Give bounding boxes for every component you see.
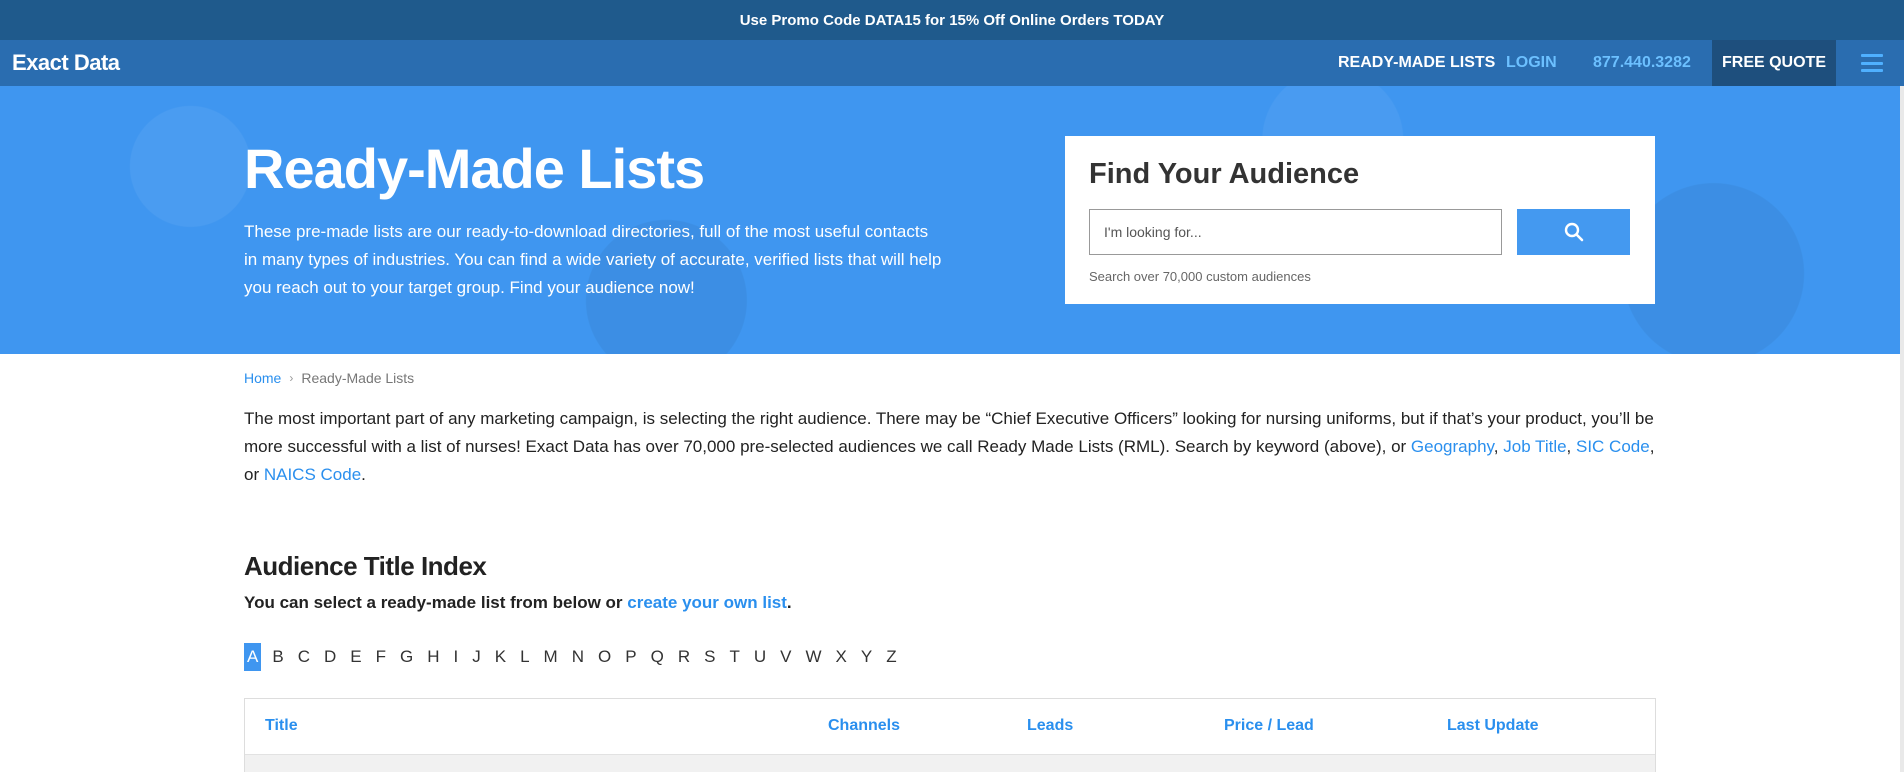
search-icon xyxy=(1564,222,1583,242)
letter-h[interactable]: H xyxy=(424,643,442,671)
letter-n[interactable]: N xyxy=(569,643,587,671)
letter-e[interactable]: E xyxy=(347,643,364,671)
letter-m[interactable]: M xyxy=(541,643,561,671)
letter-q[interactable]: Q xyxy=(648,643,667,671)
intro-comma: , xyxy=(1566,437,1576,456)
geography-link[interactable]: Geography xyxy=(1411,437,1494,456)
letter-i[interactable]: I xyxy=(451,643,462,671)
search-input[interactable] xyxy=(1089,209,1502,255)
job-title-link[interactable]: Job Title xyxy=(1503,437,1566,456)
promo-text: Use Promo Code DATA15 for 15% Off Online… xyxy=(739,11,1165,29)
letter-x[interactable]: X xyxy=(833,643,850,671)
column-header-leads[interactable]: Leads xyxy=(1027,717,1073,735)
brand-logo[interactable]: Exact Data xyxy=(12,50,120,76)
letter-v[interactable]: V xyxy=(777,643,794,671)
create-own-list-link[interactable]: create your own list xyxy=(627,593,787,612)
sic-code-link[interactable]: SIC Code xyxy=(1576,437,1650,456)
letter-w[interactable]: W xyxy=(802,643,824,671)
hero-banner: Ready-Made Lists These pre-made lists ar… xyxy=(0,86,1904,354)
letter-z[interactable]: Z xyxy=(883,643,899,671)
search-hint: Search over 70,000 custom audiences xyxy=(1089,269,1311,284)
search-button[interactable] xyxy=(1517,209,1630,255)
index-subtitle-end: . xyxy=(786,593,792,612)
find-audience-card: Find Your Audience Search over 70,000 cu… xyxy=(1065,136,1655,304)
letter-f[interactable]: F xyxy=(373,643,389,671)
letter-t[interactable]: T xyxy=(726,643,742,671)
letter-j[interactable]: J xyxy=(469,643,484,671)
promo-banner: Use Promo Code DATA15 for 15% Off Online… xyxy=(0,0,1904,40)
index-subtitle-text: You can select a ready-made list from be… xyxy=(244,593,628,612)
letter-r[interactable]: R xyxy=(675,643,693,671)
index-title: Audience Title Index xyxy=(244,551,487,581)
column-header-price-per-lead[interactable]: Price / Lead xyxy=(1224,717,1314,735)
hamburger-menu-icon[interactable] xyxy=(1857,40,1887,86)
free-quote-button[interactable]: FREE QUOTE xyxy=(1712,40,1836,86)
breadcrumb-current: Ready-Made Lists xyxy=(301,370,415,386)
hero-description: These pre-made lists are our ready-to-do… xyxy=(244,222,942,297)
breadcrumb-home[interactable]: Home xyxy=(244,370,281,386)
letter-o[interactable]: O xyxy=(595,643,614,671)
intro-comma: , xyxy=(1493,437,1504,456)
search-card-title: Find Your Audience xyxy=(1089,158,1360,190)
intro-paragraph: The most important part of any marketing… xyxy=(244,405,1664,489)
letter-d[interactable]: D xyxy=(321,643,339,671)
letter-g[interactable]: G xyxy=(397,643,416,671)
page-scrollbar[interactable] xyxy=(1900,86,1904,772)
letter-k[interactable]: K xyxy=(492,643,509,671)
column-header-last-update[interactable]: Last Update xyxy=(1447,717,1539,735)
naics-code-link[interactable]: NAICS Code xyxy=(264,465,361,484)
nav-ready-made-lists[interactable]: READY-MADE LISTS xyxy=(1338,40,1495,86)
table-row xyxy=(245,754,1655,772)
letter-y[interactable]: Y xyxy=(858,643,875,671)
letter-b[interactable]: B xyxy=(269,643,286,671)
letter-u[interactable]: U xyxy=(751,643,769,671)
column-header-channels[interactable]: Channels xyxy=(828,717,900,735)
letter-p[interactable]: P xyxy=(622,643,639,671)
nav-phone-link[interactable]: 877.440.3282 xyxy=(1593,40,1691,86)
column-header-title[interactable]: Title xyxy=(265,717,298,735)
chevron-right-icon: › xyxy=(289,371,294,385)
letter-a[interactable]: A xyxy=(244,643,262,671)
intro-period: . xyxy=(361,465,366,484)
alphabet-index: A B C D E F G H I J K L M N O P Q R S T … xyxy=(244,643,900,671)
audience-table: Title Channels Leads Price / Lead Last U… xyxy=(244,698,1656,772)
page-title: Ready-Made Lists xyxy=(244,137,705,200)
letter-s[interactable]: S xyxy=(701,643,718,671)
letter-l[interactable]: L xyxy=(517,643,532,671)
index-subtitle: You can select a ready-made list from be… xyxy=(244,593,792,613)
letter-c[interactable]: C xyxy=(295,643,313,671)
nav-login-link[interactable]: LOGIN xyxy=(1506,40,1557,86)
breadcrumb: Home › Ready-Made Lists xyxy=(244,370,414,386)
top-navigation: Exact Data READY-MADE LISTS LOGIN 877.44… xyxy=(0,40,1904,86)
